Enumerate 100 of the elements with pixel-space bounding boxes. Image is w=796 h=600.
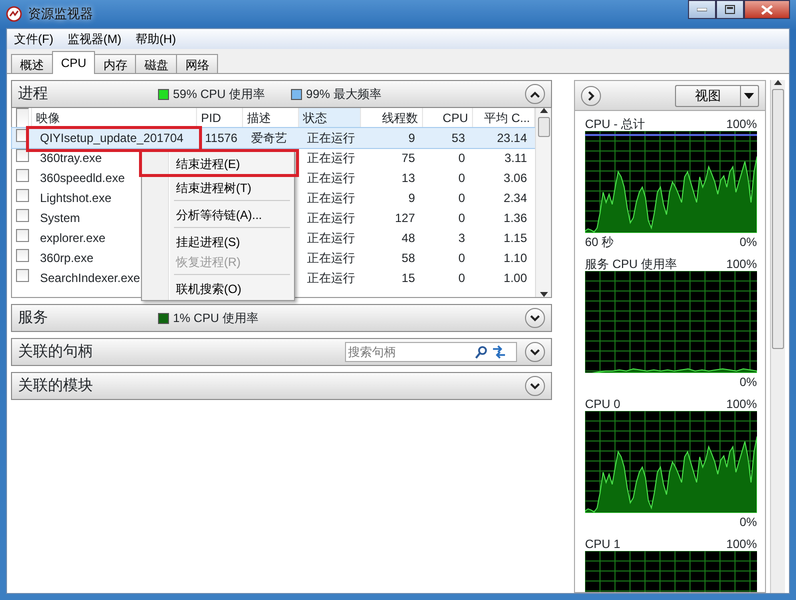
scroll-down-icon	[540, 292, 548, 297]
tab[interactable]: 网络	[176, 54, 218, 73]
graph-title: CPU - 总计	[585, 116, 645, 131]
table-cell-text: 正在运行	[306, 271, 356, 285]
menu-item[interactable]: 分析等待链(A)...	[144, 204, 292, 224]
row-checkbox[interactable]	[16, 149, 29, 162]
section-title: 服务	[18, 308, 49, 328]
table-cell-text: 0	[457, 151, 466, 165]
axis-label: 100%	[726, 116, 757, 131]
expand-button[interactable]	[525, 342, 545, 362]
minimize-button[interactable]	[688, 0, 716, 19]
menu-item[interactable]: 监视器(M)	[60, 29, 128, 49]
table-cell-text: 0	[457, 171, 466, 185]
row-checkbox[interactable]	[16, 169, 29, 182]
close-button[interactable]	[744, 0, 790, 19]
table-cell-text: 正在运行	[306, 191, 356, 205]
table-cell-text: 1.10	[502, 251, 528, 265]
section-header[interactable]: 进程 59% CPU 使用率 99% 最大频率	[11, 80, 552, 108]
chevron-up-icon	[530, 90, 540, 98]
column-header[interactable]: 状态	[299, 108, 361, 128]
table-row[interactable]: QIYIsetup_update_201704 11576 爱奇艺 正在运行 9 53 23.14	[12, 128, 535, 148]
section-header[interactable]: 关联的句柄 搜索句柄	[11, 338, 552, 366]
scrollbar[interactable]	[770, 80, 785, 593]
process-name: SearchIndexer.exe	[39, 271, 142, 285]
graph-title: CPU 1	[585, 536, 620, 551]
table-cell-text: 11576	[204, 131, 238, 145]
app-icon	[6, 6, 22, 22]
graph-title: CPU 0	[585, 396, 620, 411]
graph-title: 服务 CPU 使用率	[585, 256, 678, 271]
view-button[interactable]: 视图	[674, 84, 759, 106]
tab[interactable]: 概述	[11, 54, 53, 73]
tab[interactable]: CPU	[52, 51, 96, 74]
expand-button[interactable]	[525, 376, 545, 396]
expand-button[interactable]	[581, 86, 601, 106]
row-checkbox[interactable]	[16, 249, 29, 262]
table-cell-text: 75	[400, 151, 416, 165]
axis-label: 100%	[726, 396, 757, 411]
process-name: Lightshot.exe	[39, 191, 112, 205]
chevron-down-icon	[530, 314, 540, 322]
axis-label: 0%	[740, 514, 757, 529]
table-cell-text: 9	[407, 191, 416, 205]
table-cell-text: 3	[457, 231, 466, 245]
column-header[interactable]: 映像	[32, 108, 197, 128]
maximize-button[interactable]	[716, 0, 744, 19]
menu-item[interactable]: 联机搜索(O)	[144, 278, 292, 298]
row-checkbox[interactable]	[16, 209, 29, 222]
scroll-thumb[interactable]	[538, 117, 550, 137]
scrollbar[interactable]	[535, 108, 551, 297]
table-cell-text: 127	[394, 211, 416, 225]
process-name: System	[39, 211, 82, 225]
section-title: 关联的句柄	[18, 342, 94, 362]
row-checkbox[interactable]	[16, 189, 29, 202]
axis-label: 100%	[726, 256, 757, 271]
table-cell-text: 正在运行	[306, 231, 356, 245]
section-header[interactable]: 服务 1% CPU 使用率	[11, 304, 552, 332]
table-cell-text: 正在运行	[306, 171, 356, 185]
header-checkbox[interactable]	[16, 108, 29, 128]
table-cell-text: 1.36	[502, 211, 528, 225]
menu-item[interactable]: 文件(F)	[7, 29, 60, 49]
table-cell-text: 1.15	[502, 231, 528, 245]
axis-label: 60 秒	[585, 234, 614, 249]
section-title: 关联的模块	[18, 376, 94, 396]
row-checkbox[interactable]	[16, 229, 29, 242]
table-cell-text: 23.14	[496, 131, 528, 145]
expand-button[interactable]	[525, 308, 545, 328]
section-header[interactable]: 关联的模块	[11, 372, 552, 400]
menu-item[interactable]: 结束进程(E)	[144, 153, 292, 173]
section-title: 进程	[18, 84, 49, 104]
table-cell-text: 15	[400, 271, 416, 285]
table-cell-text: 2.34	[502, 191, 528, 205]
table-cell-text: 0	[457, 191, 466, 205]
menu-item[interactable]: 帮助(H)	[128, 29, 183, 49]
axis-label: 100%	[726, 536, 757, 551]
table-cell-text: 0	[457, 271, 466, 285]
search-field[interactable]: 搜索句柄	[345, 342, 517, 362]
menu-item[interactable]: 挂起进程(S)	[144, 231, 292, 251]
process-name: QIYIsetup_update_201704	[39, 131, 184, 145]
scroll-thumb[interactable]	[772, 89, 784, 349]
scroll-up-icon	[774, 80, 782, 85]
collapse-button[interactable]	[525, 84, 545, 104]
table-cell-text: 1.00	[502, 271, 528, 285]
indicator-label: 99% 最大频率	[306, 86, 382, 103]
table-cell-text: 正在运行	[306, 251, 356, 265]
process-name: explorer.exe	[39, 231, 106, 245]
table-cell-text: 48	[400, 231, 416, 245]
table-cell-text: 58	[400, 251, 416, 265]
caret-down-icon	[744, 92, 754, 98]
table-cell-text: 3.11	[504, 151, 528, 165]
table-cell-text: 9	[407, 131, 416, 145]
menu-item[interactable]: 结束进程树(T)	[144, 177, 292, 197]
tab[interactable]: 内存	[94, 54, 136, 73]
table-cell-text: 13	[400, 171, 416, 185]
indicator-label: 59% CPU 使用率	[173, 86, 266, 103]
table-cell-text: 0	[457, 211, 466, 225]
tab[interactable]: 磁盘	[135, 54, 178, 73]
table-cell-text: 3.06	[502, 171, 528, 185]
table-cell-text: 爱奇艺	[250, 131, 288, 145]
axis-label: 0%	[740, 374, 757, 389]
row-checkbox[interactable]	[16, 269, 29, 282]
table-cell-text: 正在运行	[306, 211, 356, 225]
